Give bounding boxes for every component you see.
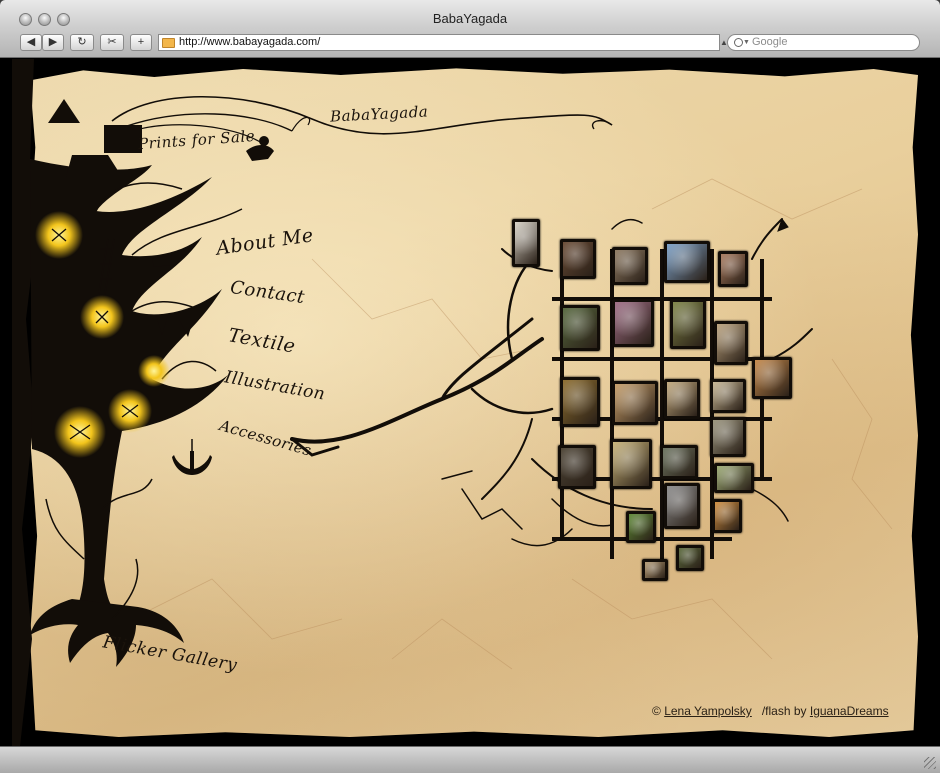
address-bar-url: http://www.babayagada.com/ bbox=[179, 36, 321, 48]
thumbnail-face-doll[interactable] bbox=[512, 219, 540, 267]
snapback-button[interactable]: ✂ bbox=[100, 34, 124, 51]
thumbnail-baby-sketch[interactable] bbox=[612, 381, 658, 425]
search-input[interactable]: ▼ Google bbox=[727, 34, 920, 51]
studio-link[interactable]: IguanaDreams bbox=[810, 704, 889, 718]
browser-window: BabaYagada ◀ ▶ ↻ ✂ + http://www.babayaga… bbox=[0, 0, 940, 773]
thumbnail-green-swirl[interactable] bbox=[560, 305, 600, 351]
window-title: BabaYagada bbox=[432, 11, 508, 26]
thumbnail-red-eye[interactable] bbox=[560, 239, 596, 279]
thumbnail-blue-creature[interactable] bbox=[664, 241, 710, 283]
thumbnail-gnome-portrait[interactable] bbox=[612, 247, 648, 285]
thumbnail-portrait-sketch[interactable] bbox=[642, 559, 668, 581]
search-icon bbox=[734, 38, 743, 47]
browser-toolbar: BabaYagada ◀ ▶ ↻ ✂ + http://www.babayaga… bbox=[0, 0, 940, 58]
thumbnail-landscape-sketch[interactable] bbox=[714, 321, 748, 365]
web-page: BabaYagada Prints for Sale About Me Cont… bbox=[12, 59, 928, 746]
reload-button[interactable]: ↻ bbox=[70, 34, 94, 51]
thumbnail-pink-planet[interactable] bbox=[612, 299, 654, 347]
thumbnail-brown-spiral[interactable] bbox=[560, 377, 600, 427]
thumbnail-green-face[interactable] bbox=[670, 299, 706, 349]
thumbnail-red-bird[interactable] bbox=[718, 251, 748, 287]
flash-by-label: /flash by bbox=[761, 704, 807, 718]
thumbnail-ink-drawing[interactable] bbox=[664, 379, 700, 419]
add-bookmark-button[interactable]: + bbox=[130, 34, 152, 51]
thumbnail-tile-pattern[interactable] bbox=[660, 445, 698, 479]
thumbnail-orange-beast[interactable] bbox=[752, 357, 792, 399]
site-icon bbox=[162, 38, 175, 48]
thumbnail-green-lizard[interactable] bbox=[714, 463, 754, 493]
thumbnail-green-dots[interactable] bbox=[676, 545, 704, 571]
site-credits: © Lena Yampolsky /flash by IguanaDreams bbox=[652, 704, 889, 718]
browser-statusbar bbox=[0, 746, 940, 773]
thumbnail-bug-sketch[interactable] bbox=[710, 417, 746, 457]
thumbnail-orange-petals[interactable] bbox=[712, 499, 742, 533]
author-link[interactable]: Lena Yampolsky bbox=[664, 704, 752, 718]
thumbnail-dark-eye[interactable] bbox=[558, 445, 596, 489]
copyright-symbol: © bbox=[652, 704, 661, 718]
back-button[interactable]: ◀ bbox=[20, 34, 42, 51]
thumbnail-pencil-owl[interactable] bbox=[710, 379, 746, 413]
chevron-down-icon: ▼ bbox=[743, 39, 750, 46]
thumbnail-bw-stripes[interactable] bbox=[664, 483, 700, 529]
resize-grip-icon[interactable] bbox=[924, 757, 936, 769]
forward-button[interactable]: ▶ bbox=[42, 34, 64, 51]
thumbnail-green-target[interactable] bbox=[626, 511, 656, 543]
address-bar[interactable]: http://www.babayagada.com/ bbox=[158, 34, 720, 51]
thumbnail-yellow-field[interactable] bbox=[610, 439, 652, 489]
search-placeholder: Google bbox=[752, 36, 788, 48]
